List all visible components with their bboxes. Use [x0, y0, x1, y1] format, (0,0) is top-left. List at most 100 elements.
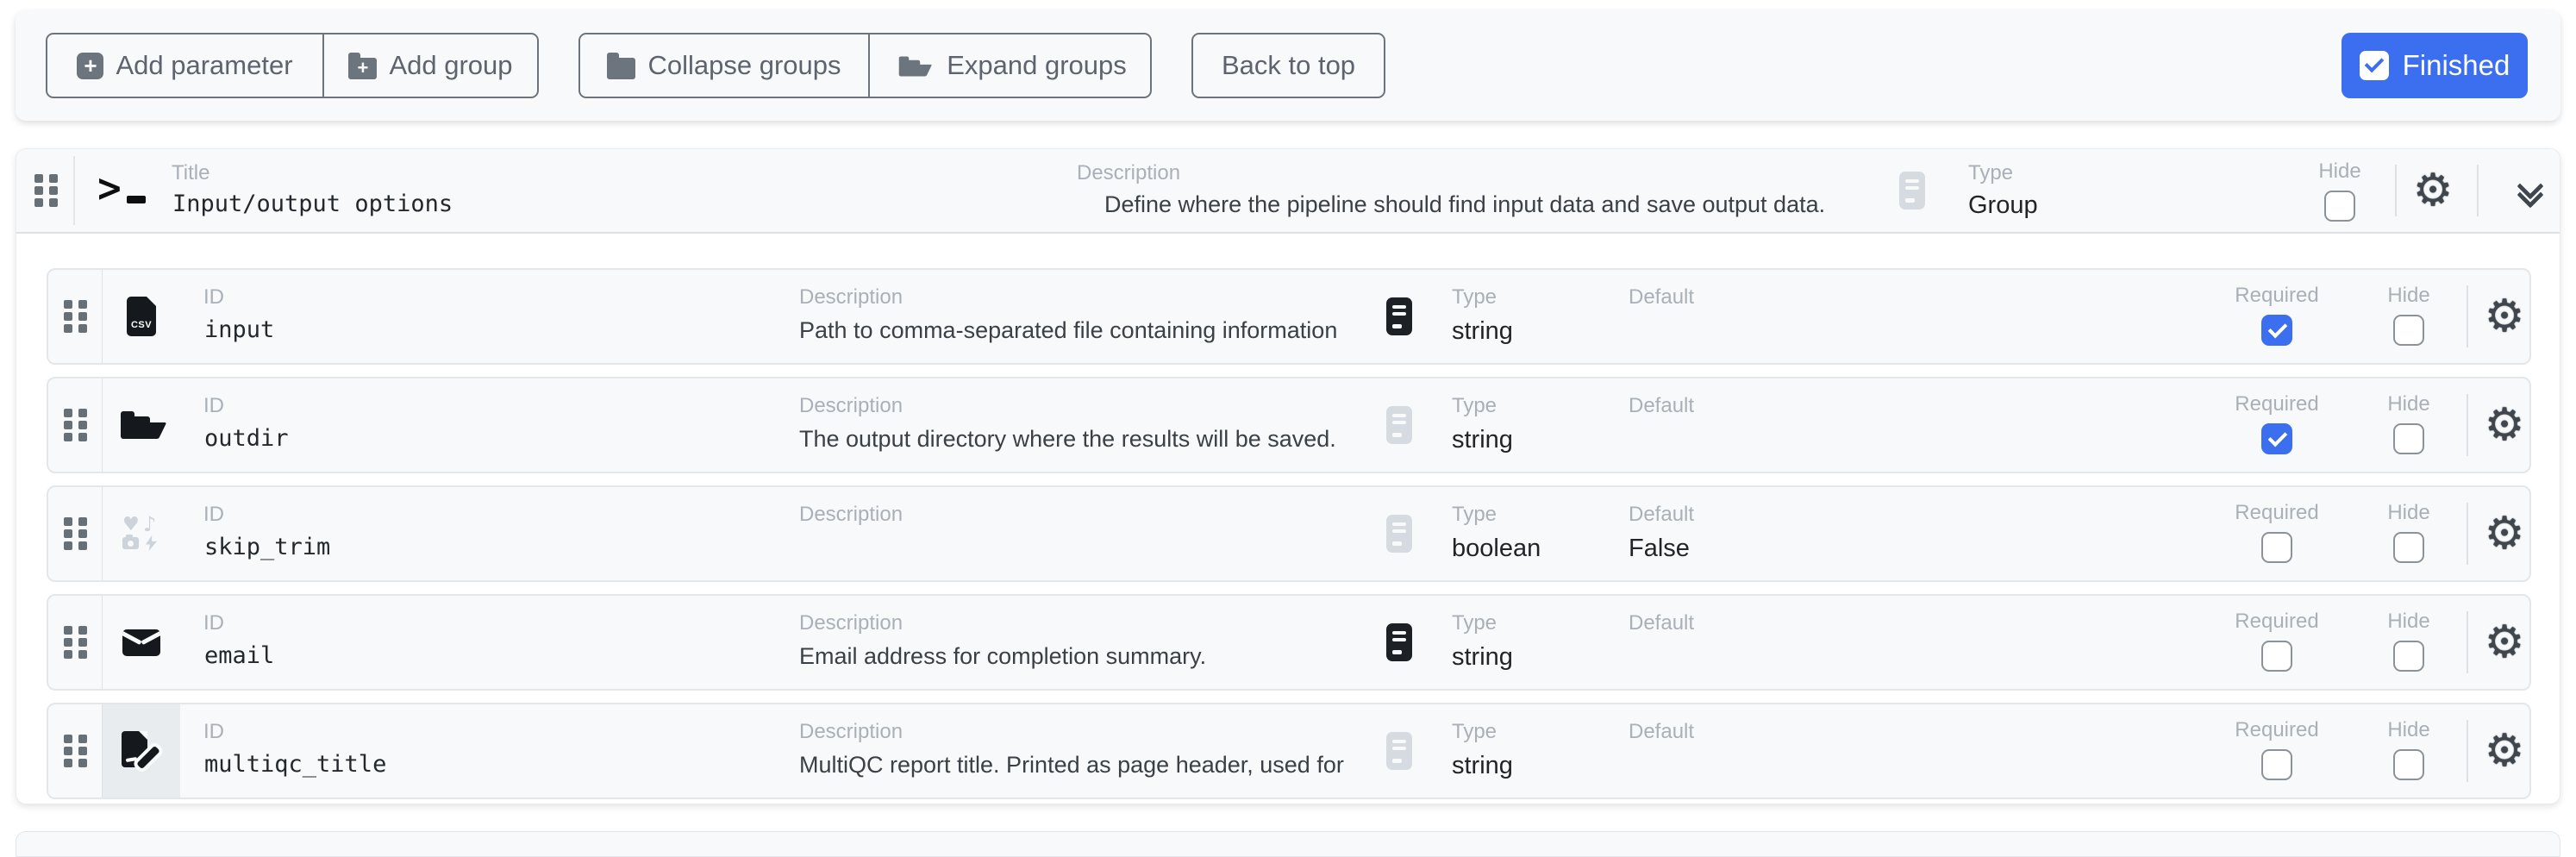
- group-hide-column: Hide: [2297, 161, 2383, 222]
- row-drag-handle[interactable]: [48, 487, 103, 580]
- divider: [2467, 611, 2468, 673]
- required-column: Required: [2216, 503, 2337, 563]
- gear-icon[interactable]: [2483, 510, 2526, 558]
- row-drag-handle[interactable]: [48, 704, 103, 798]
- param-icon-cell[interactable]: [103, 378, 180, 472]
- back-to-top-label: Back to top: [1222, 50, 1355, 81]
- param-description-value[interactable]: Email address for completion summary.: [799, 642, 1385, 670]
- add-button-group: Add parameter Add group: [46, 33, 539, 98]
- default-label: Default: [1629, 287, 1694, 308]
- param-type-value[interactable]: boolean: [1452, 534, 1541, 564]
- divider: [2467, 285, 2468, 347]
- group-description-value[interactable]: Define where the pipeline should find in…: [1104, 191, 1825, 218]
- hide-checkbox[interactable]: [2393, 749, 2424, 780]
- required-label: Required: [2235, 611, 2318, 632]
- divider: [2467, 720, 2468, 782]
- id-label: ID: [203, 396, 224, 416]
- collapse-groups-button[interactable]: Collapse groups: [578, 33, 869, 98]
- folder-open-icon: [899, 54, 929, 78]
- type-label: Type: [1452, 287, 1497, 308]
- help-text-icon[interactable]: [1386, 623, 1412, 661]
- param-icon-cell[interactable]: CSV: [103, 270, 180, 363]
- help-text-icon[interactable]: [1386, 515, 1412, 553]
- folder-icon: [607, 58, 635, 79]
- param-default-value[interactable]: False: [1629, 534, 1690, 564]
- type-label: Type: [1452, 722, 1497, 742]
- group-title-value[interactable]: Input/output options: [172, 191, 453, 218]
- help-text-icon[interactable]: [1386, 732, 1412, 770]
- gear-icon[interactable]: [2483, 618, 2526, 666]
- type-label: Type: [1452, 396, 1497, 416]
- add-parameter-button[interactable]: Add parameter: [46, 33, 323, 98]
- hide-checkbox[interactable]: [2393, 532, 2424, 563]
- parameter-row: ID multiqc_title Description MultiQC rep…: [47, 703, 2531, 799]
- param-description-value[interactable]: The output directory where the results w…: [799, 425, 1385, 453]
- parameter-row: ID email Description Email address for c…: [47, 594, 2531, 691]
- required-checkbox[interactable]: [2261, 423, 2292, 454]
- param-icon-cell[interactable]: [103, 596, 180, 689]
- param-id-value[interactable]: skip_trim: [204, 534, 330, 561]
- parameter-row: ID outdir Description The output directo…: [47, 377, 2531, 473]
- divider: [73, 156, 75, 225]
- hide-label: Hide: [2387, 394, 2429, 415]
- help-text-icon[interactable]: [1386, 297, 1412, 335]
- param-description-value[interactable]: Path to comma-separated file containing …: [799, 316, 1385, 344]
- hide-checkbox[interactable]: [2324, 191, 2355, 222]
- folder-plus-icon: [348, 58, 377, 79]
- param-type-value[interactable]: string: [1452, 751, 1513, 781]
- row-drag-handle[interactable]: [48, 270, 103, 363]
- param-type-value[interactable]: string: [1452, 425, 1513, 455]
- id-label: ID: [203, 287, 224, 308]
- default-label: Default: [1629, 613, 1694, 634]
- help-text-icon[interactable]: [1899, 172, 1925, 210]
- param-icon-cell[interactable]: ♥♪: [103, 487, 180, 580]
- gear-icon[interactable]: [2411, 166, 2454, 215]
- hide-checkbox[interactable]: [2393, 315, 2424, 346]
- required-checkbox[interactable]: [2261, 315, 2292, 346]
- hide-column: Hide: [2366, 394, 2452, 454]
- divider: [2467, 503, 2468, 565]
- expand-groups-button[interactable]: Expand groups: [869, 33, 1152, 98]
- required-label: Required: [2235, 503, 2318, 523]
- add-group-label: Add group: [389, 50, 512, 81]
- divider: [2395, 165, 2397, 216]
- param-id-value[interactable]: input: [204, 316, 274, 344]
- required-column: Required: [2216, 394, 2337, 454]
- required-label: Required: [2235, 720, 2318, 741]
- param-id-value[interactable]: email: [204, 642, 274, 670]
- row-drag-handle[interactable]: [48, 596, 103, 689]
- grip-vertical-icon: [64, 626, 87, 659]
- param-id-value[interactable]: multiqc_title: [204, 751, 386, 779]
- parameter-row: ♥♪ ID skip_trim Description Type boolean…: [47, 485, 2531, 582]
- param-type-value[interactable]: string: [1452, 316, 1513, 347]
- description-label: Description: [799, 722, 903, 742]
- hide-label: Hide: [2387, 503, 2429, 523]
- hide-label: Hide: [2387, 611, 2429, 632]
- param-description-value[interactable]: MultiQC report title. Printed as page he…: [799, 751, 1385, 779]
- group-toggle-button-group: Collapse groups Expand groups: [578, 33, 1152, 98]
- row-drag-handle[interactable]: [48, 378, 103, 472]
- required-checkbox[interactable]: [2261, 641, 2292, 672]
- grip-vertical-icon: [64, 517, 87, 550]
- help-text-icon[interactable]: [1386, 406, 1412, 444]
- hide-checkbox[interactable]: [2393, 641, 2424, 672]
- add-group-button[interactable]: Add group: [323, 33, 539, 98]
- file-csv-icon: CSV: [127, 297, 156, 336]
- double-chevron-down-icon[interactable]: [2521, 177, 2540, 204]
- required-checkbox[interactable]: [2261, 749, 2292, 780]
- gear-icon[interactable]: [2483, 727, 2526, 775]
- group-type-value[interactable]: Group: [1968, 191, 2038, 221]
- finished-button[interactable]: Finished: [2342, 33, 2528, 98]
- back-to-top-button[interactable]: Back to top: [1191, 33, 1385, 98]
- param-icon-cell[interactable]: [103, 704, 180, 798]
- param-type-value[interactable]: string: [1452, 642, 1513, 672]
- param-id-value[interactable]: outdir: [204, 425, 289, 453]
- required-checkbox[interactable]: [2261, 532, 2292, 563]
- hide-checkbox[interactable]: [2393, 423, 2424, 454]
- gear-icon[interactable]: [2483, 292, 2526, 341]
- grip-vertical-icon[interactable]: [34, 174, 58, 207]
- finished-label: Finished: [2403, 49, 2510, 82]
- parameter-list: CSV ID input Description Path to comma-s…: [47, 268, 2531, 811]
- id-label: ID: [203, 613, 224, 634]
- gear-icon[interactable]: [2483, 401, 2526, 449]
